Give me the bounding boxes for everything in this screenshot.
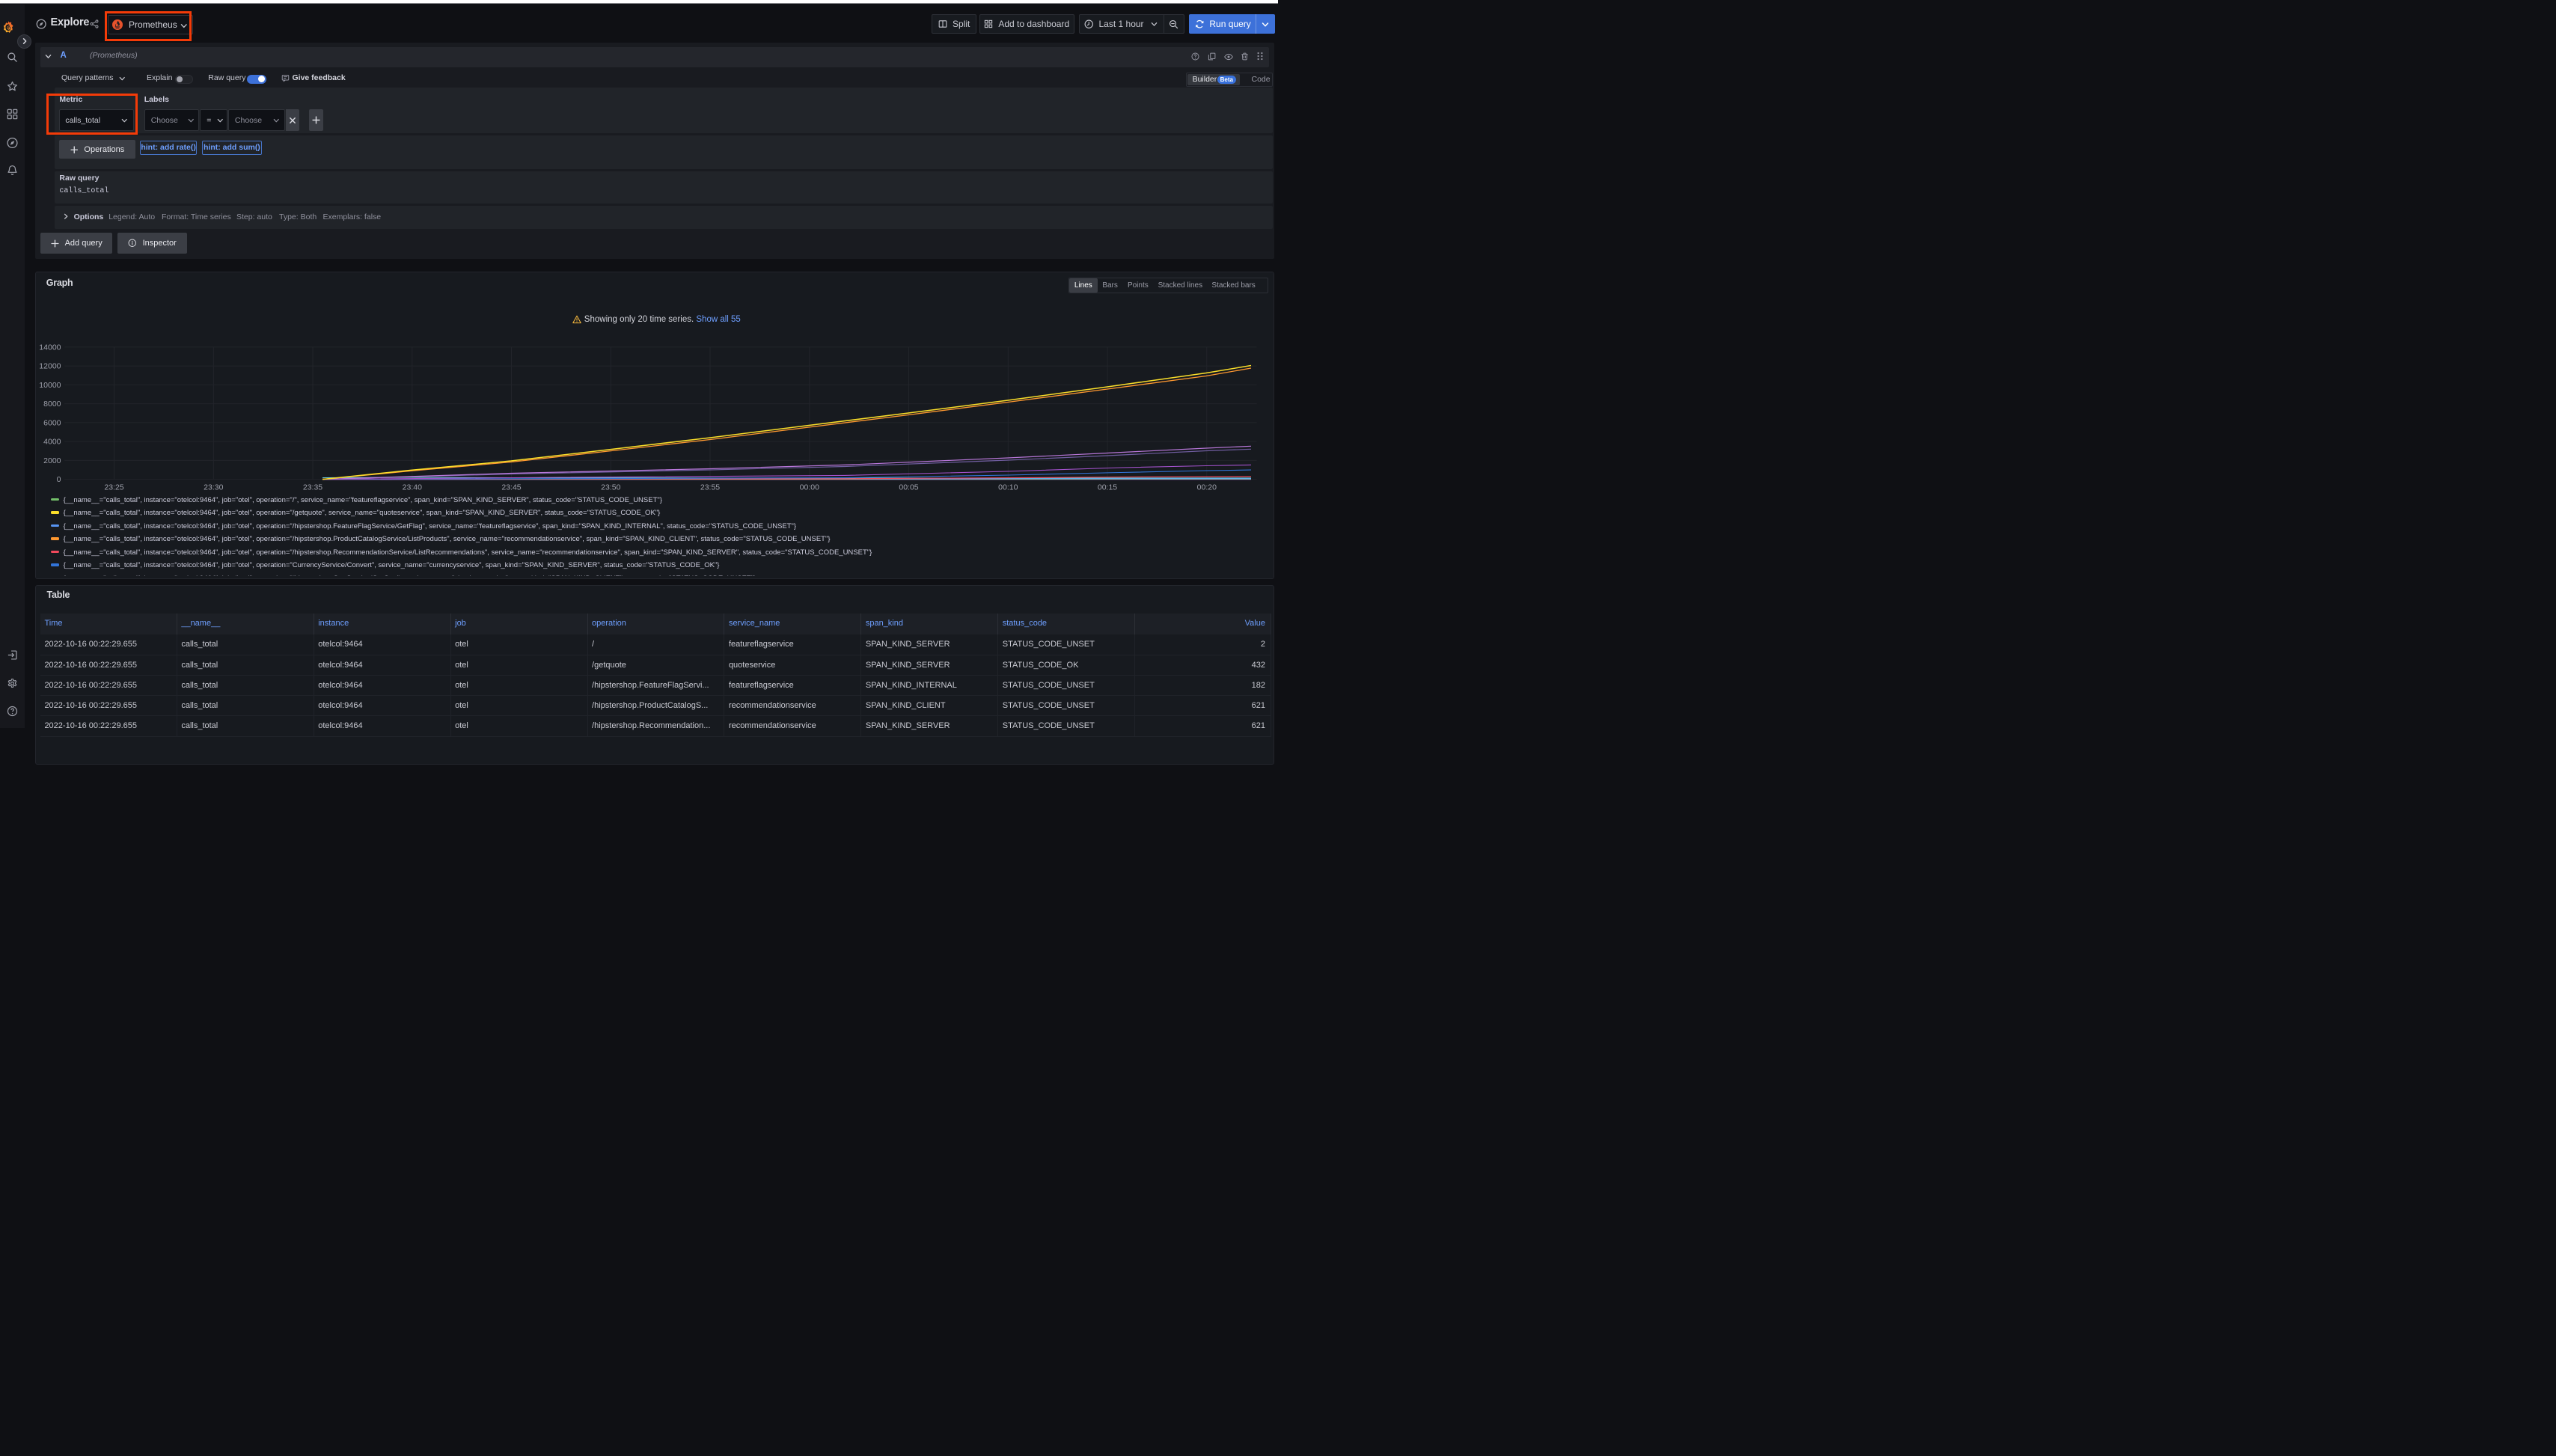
- svg-text:00:10: 00:10: [998, 483, 1018, 492]
- svg-text:23:40: 23:40: [403, 483, 422, 492]
- svg-text:23:50: 23:50: [601, 483, 620, 492]
- svg-text:23:45: 23:45: [501, 483, 521, 492]
- svg-text:14000: 14000: [39, 343, 61, 352]
- svg-text:6000: 6000: [43, 418, 61, 427]
- svg-text:23:35: 23:35: [303, 483, 322, 492]
- svg-text:4000: 4000: [43, 438, 61, 447]
- svg-text:8000: 8000: [43, 400, 61, 409]
- svg-text:23:30: 23:30: [204, 483, 223, 492]
- svg-text:00:20: 00:20: [1197, 483, 1217, 492]
- svg-text:00:05: 00:05: [899, 483, 918, 492]
- svg-text:00:15: 00:15: [1098, 483, 1117, 492]
- svg-text:23:25: 23:25: [104, 483, 123, 492]
- svg-text:12000: 12000: [39, 362, 61, 371]
- svg-text:10000: 10000: [39, 381, 61, 390]
- svg-text:23:55: 23:55: [700, 483, 720, 492]
- svg-text:2000: 2000: [43, 456, 61, 465]
- svg-text:00:00: 00:00: [800, 483, 819, 492]
- svg-text:0: 0: [57, 475, 61, 484]
